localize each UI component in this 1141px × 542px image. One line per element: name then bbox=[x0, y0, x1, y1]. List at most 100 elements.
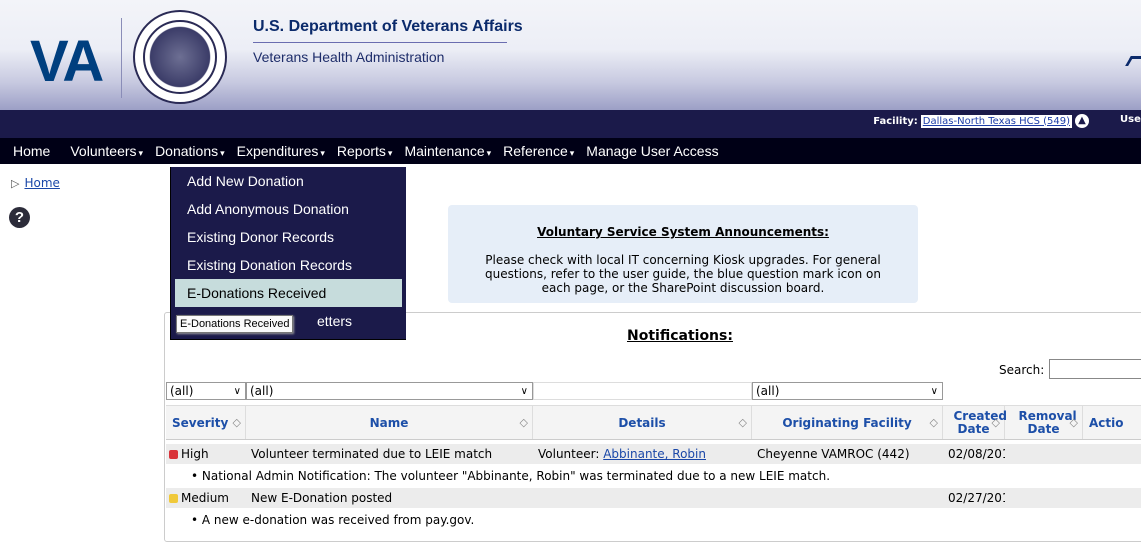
column-filters: (all) ∨ (all) ∨ (all) ∨ bbox=[166, 382, 943, 400]
facility-label: Facility: bbox=[873, 115, 918, 127]
name-column-header[interactable]: Name ◇ bbox=[246, 406, 533, 439]
details-column-header[interactable]: Details ◇ bbox=[533, 406, 752, 439]
name-cell: New E-Donation posted bbox=[251, 491, 393, 505]
chevron-down-icon: ∨ bbox=[233, 385, 241, 397]
up-arrow-circle-icon[interactable]: ▲ bbox=[1075, 114, 1089, 128]
help-question-icon[interactable]: ? bbox=[9, 207, 30, 228]
name-filter-value: (all) bbox=[250, 384, 274, 398]
row-note: • National Admin Notification: The volun… bbox=[166, 466, 1141, 486]
user-label: Use bbox=[1120, 114, 1141, 125]
column-label: Severity bbox=[172, 415, 229, 430]
caret-down-icon: ▾ bbox=[138, 148, 144, 158]
search-input[interactable] bbox=[1049, 359, 1141, 379]
department-subtitle: Veterans Health Administration bbox=[253, 49, 445, 65]
nav-item-maintenance[interactable]: Maintenance ▾ bbox=[398, 143, 491, 159]
dropdown-item-add-anonymous-donation[interactable]: Add Anonymous Donation bbox=[171, 195, 406, 223]
site-header: VA U.S. Department of Veterans Affairs V… bbox=[0, 0, 1141, 110]
logo-divider bbox=[121, 18, 122, 98]
column-label: Details bbox=[618, 415, 666, 430]
nav-item-label: Home bbox=[13, 143, 51, 159]
notifications-table-header: Severity ◇ Name ◇ Details ◇ Originating Fac… bbox=[166, 405, 1141, 440]
severity-value: Medium bbox=[181, 491, 229, 505]
details-filter-empty bbox=[533, 382, 752, 400]
chevron-down-icon: ∨ bbox=[930, 385, 938, 397]
details-cell: Volunteer: Abbinante, Robin bbox=[533, 447, 752, 461]
severity-column-header[interactable]: Severity ◇ bbox=[166, 406, 246, 439]
dropdown-item-add-new-donation[interactable]: Add New Donation bbox=[171, 167, 406, 195]
row-note: • A new e-donation was received from pay… bbox=[166, 510, 1141, 530]
severity-cell: High bbox=[166, 447, 246, 461]
nav-item-label: Manage User Access bbox=[586, 143, 719, 159]
notifications-title: Notifications: bbox=[627, 328, 733, 344]
nav-item-volunteers[interactable]: Volunteers ▾ bbox=[64, 143, 143, 159]
title-divider bbox=[253, 42, 507, 43]
column-label: Removal Date bbox=[1018, 408, 1077, 436]
menu-tooltip: E-Donations Received bbox=[176, 315, 294, 333]
details-prefix: Volunteer: bbox=[538, 447, 604, 461]
nav-item-label: Maintenance bbox=[404, 143, 485, 159]
nav-item-manage-user-access[interactable]: Manage User Access bbox=[580, 143, 718, 159]
caret-down-icon: ▾ bbox=[569, 148, 575, 158]
caret-down-icon: ▾ bbox=[486, 148, 492, 158]
sort-icon: ◇ bbox=[991, 416, 1000, 429]
va-logo: VA bbox=[30, 29, 104, 94]
caret-down-icon: ▾ bbox=[220, 148, 225, 158]
table-row[interactable]: High Volunteer terminated due to LEIE ma… bbox=[166, 444, 1141, 464]
nav-item-label: Expenditures bbox=[236, 143, 319, 159]
volunteer-link[interactable]: Abbinante, Robin bbox=[603, 447, 706, 461]
breadcrumb: ▷ Home bbox=[11, 176, 60, 190]
dropdown-item-existing-donor-records[interactable]: Existing Donor Records bbox=[171, 223, 406, 251]
caret-down-icon: ▾ bbox=[320, 148, 325, 158]
header-corner-mark bbox=[1125, 56, 1141, 66]
caret-down-icon: ▾ bbox=[387, 148, 393, 158]
created-date-column-header[interactable]: Created Date ◇ bbox=[943, 406, 1007, 439]
breadcrumb-marker-icon: ▷ bbox=[11, 176, 20, 190]
nav-item-reports[interactable]: Reports ▾ bbox=[331, 143, 393, 159]
medium-severity-icon bbox=[169, 494, 178, 503]
search-label: Search: bbox=[999, 363, 1045, 377]
facility-filter-select[interactable]: (all) ∨ bbox=[752, 382, 943, 400]
sort-icon: ◇ bbox=[929, 416, 938, 429]
severity-filter-value: (all) bbox=[170, 384, 194, 398]
va-seal-icon bbox=[133, 10, 227, 104]
sort-icon: ◇ bbox=[1069, 416, 1078, 429]
chevron-down-icon: ∨ bbox=[520, 385, 528, 397]
main-nav: Home Volunteers ▾ Donations ▾ Expenditures ▾ Re… bbox=[0, 138, 1141, 164]
facility-column-header[interactable]: Originating Facility ◇ bbox=[752, 406, 943, 439]
column-label: Actio bbox=[1089, 415, 1124, 430]
column-label: Name bbox=[369, 415, 409, 430]
nav-item-reference[interactable]: Reference ▾ bbox=[497, 143, 574, 159]
actions-column-header[interactable]: Actio bbox=[1083, 406, 1141, 439]
table-row[interactable]: Medium New E-Donation posted 02/27/2017 bbox=[166, 488, 1141, 508]
dropdown-item-existing-donation-records[interactable]: Existing Donation Records bbox=[171, 251, 406, 279]
name-filter-select[interactable]: (all) ∨ bbox=[246, 382, 533, 400]
facility-filter-value: (all) bbox=[756, 384, 780, 398]
nav-item-label: Volunteers bbox=[70, 143, 137, 159]
breadcrumb-home-link[interactable]: Home bbox=[24, 176, 59, 190]
nav-item-expenditures[interactable]: Expenditures ▾ bbox=[231, 143, 325, 159]
high-severity-icon bbox=[169, 450, 178, 459]
announcement-box: Voluntary Service System Announcements: … bbox=[448, 205, 918, 303]
nav-item-home[interactable]: Home bbox=[0, 143, 50, 159]
removal-date-column-header[interactable]: Removal Date ◇ bbox=[1005, 406, 1083, 439]
dropdown-item-e-donations-received[interactable]: E-Donations Received bbox=[175, 279, 402, 307]
severity-cell: Medium bbox=[166, 491, 246, 505]
nav-item-donations[interactable]: Donations ▾ bbox=[149, 143, 225, 159]
name-cell: Volunteer terminated due to LEIE match bbox=[251, 447, 493, 461]
announcement-body: Please check with local IT concerning Ki… bbox=[485, 253, 881, 295]
nav-item-label: Donations bbox=[155, 143, 219, 159]
column-label: Created Date bbox=[953, 408, 1007, 436]
severity-filter-select[interactable]: (all) ∨ bbox=[166, 382, 246, 400]
announcement-title: Voluntary Service System Announcements: bbox=[537, 225, 829, 239]
created-date-cell: 02/27/2017 bbox=[948, 491, 1005, 505]
note-text: • A new e-donation was received from pay… bbox=[191, 513, 475, 527]
created-date-cell: 02/08/2017 bbox=[948, 447, 1005, 461]
facility-cell: Cheyenne VAMROC (442) bbox=[757, 447, 910, 461]
severity-value: High bbox=[181, 447, 209, 461]
facility-link[interactable]: Dallas-North Texas HCS (549) bbox=[920, 114, 1072, 128]
column-label: Originating Facility bbox=[782, 415, 912, 430]
sort-icon: ◇ bbox=[738, 416, 747, 429]
nav-item-label: Reference bbox=[503, 143, 568, 159]
note-text: • National Admin Notification: The volun… bbox=[191, 469, 831, 483]
facility-selector: Facility: Dallas-North Texas HCS (549) ▲ bbox=[873, 114, 1089, 128]
